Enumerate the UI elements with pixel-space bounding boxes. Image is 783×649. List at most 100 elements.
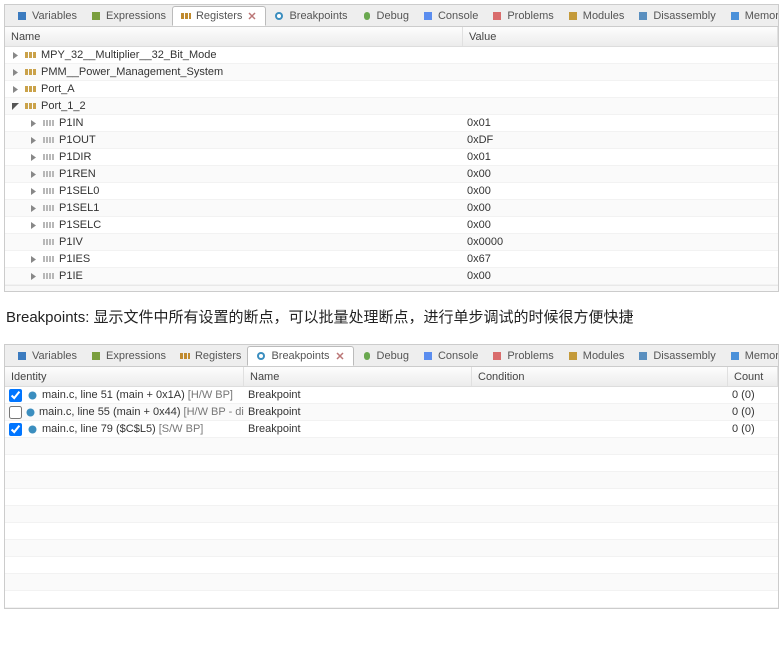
breakpoint-identity: main.c, line 51 (main + 0x1A) — [42, 389, 185, 401]
register-row[interactable]: P1SEL00x00 — [5, 183, 778, 200]
variables-icon — [15, 9, 29, 23]
register-row[interactable]: P1IES0x67 — [5, 251, 778, 268]
register-name: P1SELC — [59, 219, 101, 231]
breakpoint-checkbox[interactable] — [9, 406, 22, 419]
breakpoint-icon — [25, 388, 39, 402]
debug-icon — [360, 349, 374, 363]
register-row[interactable]: P1DIR0x01 — [5, 149, 778, 166]
col-bp-name[interactable]: Name — [244, 367, 472, 386]
tab-registers[interactable]: Registers — [172, 6, 266, 26]
breakpoint-row[interactable]: main.c, line 51 (main + 0x1A) [H/W BP]Br… — [5, 387, 778, 404]
register-name: P1IN — [59, 117, 83, 129]
tab-breakpoints[interactable]: Breakpoints — [247, 346, 353, 366]
register-name: P1IV — [59, 236, 83, 248]
tab-modules[interactable]: Modules — [560, 7, 631, 25]
tab-problems[interactable]: Problems — [484, 7, 559, 25]
breakpoint-name: Breakpoint — [244, 406, 472, 418]
col-identity[interactable]: Identity — [5, 367, 244, 386]
tab-breakpoints[interactable]: Breakpoints — [266, 7, 353, 25]
tab-expressions[interactable]: Expressions — [83, 347, 172, 365]
register-name: P1OUT — [59, 134, 96, 146]
register-row[interactable]: P1IE0x00 — [5, 268, 778, 285]
expand-toggle[interactable] — [28, 118, 39, 129]
tab-label: Disassembly — [653, 10, 715, 22]
register-row[interactable]: P1REN0x00 — [5, 166, 778, 183]
breakpoint-icon — [25, 405, 36, 419]
expand-toggle[interactable] — [28, 203, 39, 214]
expand-toggle[interactable] — [28, 169, 39, 180]
expand-toggle[interactable] — [10, 84, 21, 95]
col-value[interactable]: Value — [463, 27, 778, 46]
tab-label: Problems — [507, 10, 553, 22]
breakpoint-checkbox[interactable] — [9, 423, 22, 436]
tab-variables[interactable]: Variables — [9, 347, 83, 365]
breakpoint-icon — [25, 422, 39, 436]
tabbar-2: VariablesExpressionsRegisters Breakpoints… — [5, 345, 778, 367]
registers-panel: Variables Expressions RegistersBreakpoints… — [4, 4, 779, 292]
expand-toggle[interactable] — [28, 186, 39, 197]
tab-console[interactable]: Console — [415, 7, 484, 25]
tab-registers[interactable]: Registers — [172, 347, 247, 365]
breakpoint-identity: main.c, line 55 (main + 0x44) — [39, 406, 181, 418]
register-row[interactable]: MPY_32__Multiplier__32_Bit_Mode — [5, 47, 778, 64]
breakpoint-row[interactable]: main.c, line 55 (main + 0x44) [H/W BP - … — [5, 404, 778, 421]
register-icon — [42, 201, 56, 215]
tab-problems[interactable]: Problems — [484, 347, 559, 365]
close-icon[interactable] — [245, 9, 259, 23]
tab-console[interactable]: Console — [415, 347, 484, 365]
tab-variables[interactable]: Variables — [9, 7, 83, 25]
tab-debug[interactable]: Debug — [354, 7, 415, 25]
register-icon — [42, 167, 56, 181]
breakpoint-name: Breakpoint — [244, 423, 472, 435]
register-row[interactable]: Port_1_2 — [5, 98, 778, 115]
empty-row — [5, 506, 778, 523]
registers-table: Name Value MPY_32__Multiplier__32_Bit_Mo… — [5, 27, 778, 291]
expressions-icon — [89, 9, 103, 23]
empty-row — [5, 574, 778, 591]
tab-label: Modules — [583, 350, 625, 362]
tab-disassembly[interactable]: Disassembly — [630, 7, 721, 25]
register-row[interactable]: P1SELC0x00 — [5, 217, 778, 234]
tabbar-1: Variables Expressions RegistersBreakpoints… — [5, 5, 778, 27]
col-name[interactable]: Name — [5, 27, 463, 46]
expand-toggle[interactable] — [28, 254, 39, 265]
expand-toggle[interactable] — [10, 67, 21, 78]
empty-row — [5, 489, 778, 506]
breakpoints-icon — [272, 9, 286, 23]
col-condition[interactable]: Condition — [472, 367, 728, 386]
register-row[interactable]: P1OUT0xDF — [5, 132, 778, 149]
tab-label: Expressions — [106, 10, 166, 22]
breakpoint-row[interactable]: main.c, line 79 ($C$L5) [S/W BP]Breakpoi… — [5, 421, 778, 438]
col-count[interactable]: Count — [728, 367, 778, 386]
tab-memory-browser[interactable]: Memory Browser — [722, 7, 778, 25]
register-row[interactable]: PMM__Power_Management_System — [5, 64, 778, 81]
expand-toggle[interactable] — [10, 101, 21, 112]
tab-debug[interactable]: Debug — [354, 347, 415, 365]
expand-toggle[interactable] — [28, 220, 39, 231]
tab-label: Console — [438, 10, 478, 22]
register-row[interactable]: P1IN0x01 — [5, 115, 778, 132]
registers-icon — [179, 9, 193, 23]
description-text: Breakpoints: 显示文件中所有设置的断点，可以批量处理断点，进行单步调… — [6, 306, 777, 330]
tab-memory-browser[interactable]: Memory Browser — [722, 347, 778, 365]
expand-toggle[interactable] — [28, 271, 39, 282]
register-row[interactable]: P1IV 0x0000 — [5, 234, 778, 251]
breakpoint-checkbox[interactable] — [9, 389, 22, 402]
tab-label: Variables — [32, 10, 77, 22]
register-row[interactable]: Port_A — [5, 81, 778, 98]
expand-toggle[interactable] — [10, 50, 21, 61]
register-row[interactable]: P1SEL10x00 — [5, 200, 778, 217]
expand-toggle[interactable] — [28, 152, 39, 163]
disassembly-icon — [636, 349, 650, 363]
expand-toggle[interactable] — [28, 135, 39, 146]
debug-icon — [360, 9, 374, 23]
breakpoint-identity: main.c, line 79 ($C$L5) — [42, 423, 156, 435]
tab-expressions[interactable]: Expressions — [83, 7, 172, 25]
breakpoint-count: 0 (0) — [728, 406, 778, 418]
tab-disassembly[interactable]: Disassembly — [630, 347, 721, 365]
tab-modules[interactable]: Modules — [560, 347, 631, 365]
tab-label: Breakpoints — [271, 350, 329, 362]
close-icon[interactable] — [333, 349, 347, 363]
scrollbar-stub[interactable] — [5, 285, 778, 291]
register-value: 0x0000 — [463, 236, 778, 248]
